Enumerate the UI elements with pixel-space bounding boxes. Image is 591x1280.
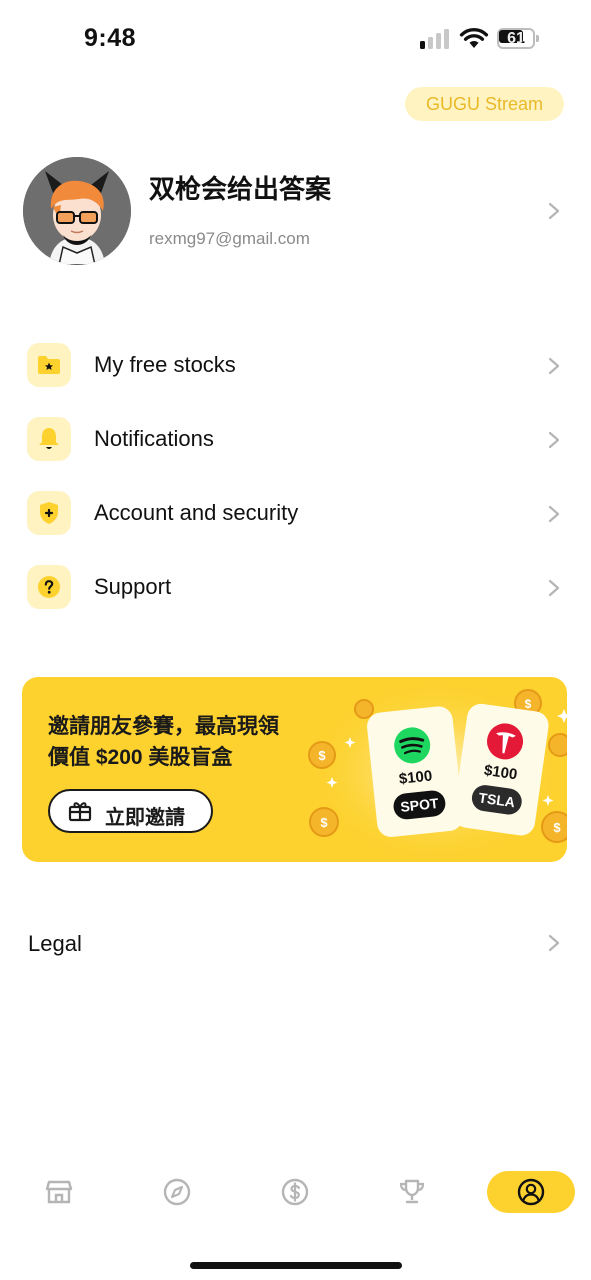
trophy-icon [399, 1179, 425, 1204]
chevron-right-icon [548, 357, 560, 375]
question-icon [27, 565, 71, 609]
chevron-right-icon [548, 431, 560, 449]
menu-label: My free stocks [94, 352, 236, 377]
chevron-right-icon [548, 505, 560, 523]
invite-friends-banner[interactable]: 邀請朋友參賽，最高現領 價值 $200 美股盲盒 立即邀請 $ $ $ $ $1… [22, 677, 567, 862]
profile-email: rexmg97@gmail.com [149, 229, 310, 248]
chevron-right-icon [548, 202, 560, 220]
svg-text:$: $ [525, 697, 532, 711]
menu-label: Account and security [94, 500, 299, 525]
coin-icon: $ [309, 807, 339, 837]
profile-icon [517, 1178, 545, 1206]
battery-level: 61 [507, 30, 525, 47]
shield-plus-icon [27, 491, 71, 535]
spot-amount: $100 [398, 767, 433, 787]
profile-name: 双枪会给出答案 [149, 174, 332, 204]
chevron-right-icon [548, 579, 560, 597]
menu-label: Support [94, 574, 172, 599]
coin-icon: $ [541, 811, 567, 843]
legal-label: Legal [28, 931, 82, 956]
cellular-signal-icon [420, 29, 450, 49]
menu-item-notifications[interactable]: Notifications [0, 410, 591, 470]
coin-icon [548, 733, 567, 757]
bell-icon [27, 417, 71, 461]
tab-rewards[interactable] [274, 1171, 316, 1213]
tab-profile[interactable] [487, 1171, 575, 1213]
home-indicator [190, 1262, 402, 1269]
tsla-stock-card: $100 TSLA [453, 703, 549, 836]
battery-icon: 61 [497, 28, 539, 49]
banner-headline-line2: 價值 $200 美股盲盒 [48, 746, 233, 769]
gift-icon [68, 802, 92, 822]
menu-label: Notifications [94, 426, 214, 451]
invite-now-button[interactable]: 立即邀請 [48, 789, 213, 833]
store-icon [45, 1180, 73, 1204]
dollar-icon [281, 1178, 309, 1206]
stock-gift-cards-illustration: $ $ $ $ $100 SPOT $100 TSLA [308, 682, 567, 862]
wifi-icon [459, 27, 489, 49]
tab-store[interactable] [40, 1171, 80, 1213]
status-time: 9:48 [84, 24, 137, 52]
menu-item-my-free-stocks[interactable]: My free stocks [0, 336, 591, 396]
coin-icon: $ [308, 741, 336, 769]
svg-text:$: $ [320, 815, 328, 830]
coin-icon [354, 699, 374, 719]
compass-icon [163, 1178, 191, 1206]
tab-leaderboard[interactable] [391, 1171, 433, 1213]
svg-text:$: $ [318, 748, 326, 763]
svg-text:$: $ [553, 820, 561, 835]
menu-item-legal[interactable]: Legal [0, 918, 591, 968]
banner-headline-line1: 邀請朋友參賽，最高現領 [48, 715, 279, 738]
menu-item-account-and-security[interactable]: Account and security [0, 484, 591, 544]
folder-star-icon [27, 343, 71, 387]
menu-item-support[interactable]: Support [0, 558, 591, 618]
profile-header[interactable]: 双枪会给出答案 rexmg97@gmail.com [0, 150, 591, 270]
avatar [23, 157, 131, 265]
gugu-stream-button[interactable]: GUGU Stream [405, 87, 564, 121]
spot-stock-card: $100 SPOT [367, 706, 463, 837]
invite-now-label: 立即邀請 [105, 807, 185, 829]
tab-discover[interactable] [156, 1171, 198, 1213]
chevron-right-icon [548, 934, 560, 952]
